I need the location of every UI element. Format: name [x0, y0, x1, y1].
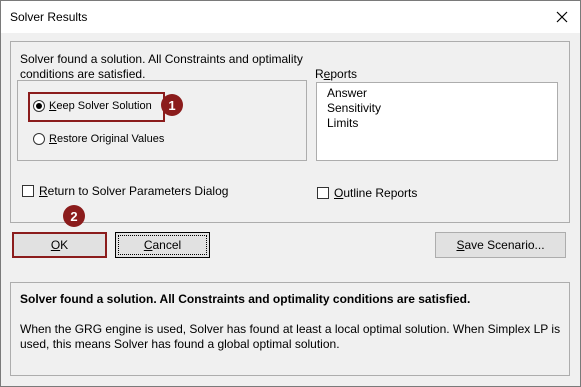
restore-values-mnemonic: R [49, 133, 57, 145]
ok-button[interactable]: OK [12, 232, 107, 258]
report-item-sensitivity[interactable]: Sensitivity [327, 101, 381, 116]
save-scenario-label: Save Scenario... [456, 238, 544, 252]
reports-label: Reports [315, 67, 357, 81]
outline-reports-label: Outline Reports [334, 186, 417, 200]
return-label-rest: eturn to Solver Parameters Dialog [47, 184, 229, 198]
close-button[interactable] [552, 7, 572, 27]
reports-label-rest: ports [330, 67, 358, 81]
ok-mnemonic: O [50, 238, 61, 252]
report-item-answer[interactable]: Answer [327, 86, 367, 101]
outline-mnemonic: O [334, 186, 344, 200]
annotation-badge-2: 2 [63, 205, 85, 227]
results-panel: Solver found a solution. All Constraints… [10, 41, 570, 223]
save-scenario-button[interactable]: Save Scenario... [435, 232, 566, 258]
restore-values-label: Restore Original Values [49, 133, 164, 145]
restore-values-radio[interactable] [33, 133, 45, 145]
return-mnemonic: R [39, 184, 48, 198]
cancel-button[interactable]: Cancel [115, 232, 210, 258]
outline-reports-option[interactable]: Outline Reports [317, 186, 417, 200]
keep-solution-highlight [28, 92, 165, 122]
close-icon [556, 11, 568, 23]
ok-label: OK [51, 238, 68, 252]
return-to-parameters-checkbox[interactable] [22, 185, 34, 197]
details-body: When the GRG engine is used, Solver has … [20, 322, 561, 351]
details-panel: Solver found a solution. All Constraints… [10, 282, 570, 376]
outline-label-rest: utline Reports [343, 186, 418, 200]
save-scenario-label-rest: ave Scenario... [464, 238, 545, 252]
outline-reports-checkbox[interactable] [317, 187, 329, 199]
cancel-focus-ring [118, 235, 207, 255]
annotation-badge-1: 1 [161, 94, 183, 116]
reports-label-first: R [315, 67, 324, 81]
restore-values-label-rest: estore Original Values [56, 133, 165, 145]
details-title: Solver found a solution. All Constraints… [20, 292, 471, 306]
ok-label-rest: K [60, 238, 69, 252]
report-item-limits[interactable]: Limits [327, 116, 358, 131]
solver-results-dialog: Solver Results Solver found a solution. … [0, 0, 581, 387]
reports-list[interactable]: Answer Sensitivity Limits [316, 82, 558, 161]
solution-message: Solver found a solution. All Constraints… [20, 52, 303, 81]
restore-original-values-option[interactable]: Restore Original Values [33, 133, 164, 145]
dialog-title: Solver Results [10, 10, 88, 24]
title-bar: Solver Results [1, 1, 580, 33]
return-to-parameters-label: Return to Solver Parameters Dialog [39, 184, 228, 198]
return-to-parameters-option[interactable]: Return to Solver Parameters Dialog [22, 184, 228, 198]
